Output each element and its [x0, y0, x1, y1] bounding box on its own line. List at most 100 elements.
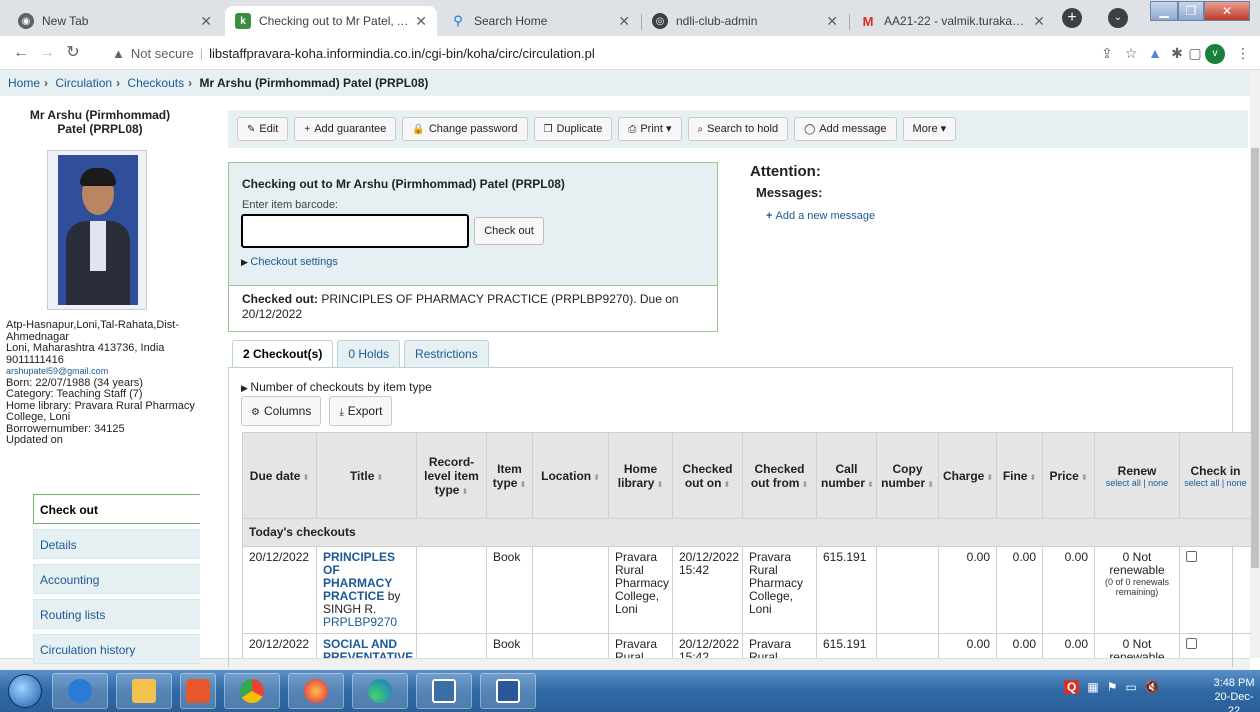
sort-icon: ⬍: [801, 479, 809, 489]
browser-tab-gmail[interactable]: M AA21-22 - valmik.turakane@p ✕: [850, 6, 1055, 36]
col-due-date[interactable]: Due date ⬍: [242, 432, 317, 519]
col-copy-number[interactable]: Copy number ⬍: [876, 432, 939, 519]
browser-tab-new-tab[interactable]: ◉ New Tab ✕: [8, 6, 222, 36]
taskbar-photo[interactable]: [416, 673, 472, 709]
new-tab-button[interactable]: +: [1062, 8, 1082, 28]
breadcrumb-circulation[interactable]: Circulation: [55, 76, 112, 90]
taskbar-word[interactable]: [480, 673, 536, 709]
share-icon[interactable]: ⇪: [1098, 44, 1116, 62]
add-message-button[interactable]: ◯ Add message: [794, 117, 897, 141]
office-icon: [186, 679, 210, 703]
table-row: 20/12/2022 SOCIAL AND PREVENTATIVE Book …: [242, 633, 1251, 659]
q-app-icon[interactable]: Q: [1064, 680, 1080, 694]
browser-tab-search-home[interactable]: ⚲ Search Home ✕: [440, 6, 640, 36]
profile-avatar[interactable]: v: [1205, 44, 1225, 64]
close-tab-icon[interactable]: ✕: [826, 13, 838, 30]
flag-icon[interactable]: ⚑: [1107, 680, 1118, 694]
tab-restrictions[interactable]: Restrictions: [404, 340, 489, 368]
menu-kebab-icon[interactable]: ⋮: [1234, 44, 1252, 62]
close-tab-icon[interactable]: ✕: [618, 13, 630, 30]
nav-details[interactable]: Details: [33, 529, 200, 559]
taskbar-office[interactable]: [180, 673, 216, 709]
col-call-number[interactable]: Call number ⬍: [816, 432, 877, 519]
taskbar-chrome[interactable]: [224, 673, 280, 709]
col-charge[interactable]: Charge ⬍: [938, 432, 997, 519]
check-out-button[interactable]: Check out: [474, 217, 544, 245]
reload-icon[interactable]: ↻: [62, 42, 84, 64]
more-dropdown-button[interactable]: More ▾: [902, 117, 957, 141]
nav-circulation-history[interactable]: Circulation history: [33, 634, 200, 664]
side-panel-icon[interactable]: ▢: [1186, 44, 1204, 62]
maximize-button[interactable]: ❐: [1178, 1, 1204, 21]
taskbar-firefox[interactable]: [288, 673, 344, 709]
change-password-button[interactable]: 🔒 Change password: [402, 117, 528, 141]
col-title[interactable]: Title ⬍: [316, 432, 417, 519]
col-home-library[interactable]: Home library ⬍: [608, 432, 673, 519]
taskbar-ie[interactable]: [52, 673, 108, 709]
browser-tab-checkout[interactable]: k Checking out to Mr Patel, Arshu ✕: [225, 6, 437, 36]
col-checked-out-from[interactable]: Checked out from ⬍: [742, 432, 817, 519]
extensions-puzzle-icon[interactable]: ✱: [1168, 44, 1186, 62]
close-tab-icon[interactable]: ✕: [1033, 13, 1045, 30]
checkin-select-all-none[interactable]: select all | none: [1184, 478, 1247, 488]
patron-photo: [47, 150, 147, 310]
add-guarantee-button[interactable]: + Add guarantee: [294, 117, 397, 141]
forward-arrow-icon[interactable]: →: [36, 42, 58, 64]
barcode-link[interactable]: PRPLBP9270: [323, 616, 410, 629]
export-button[interactable]: ⤓ Export: [329, 396, 393, 426]
barcode-input[interactable]: [241, 214, 469, 248]
tab-holds[interactable]: 0 Holds: [337, 340, 401, 368]
close-tab-icon[interactable]: ✕: [200, 13, 212, 30]
nav-check-out[interactable]: Check out: [33, 494, 200, 524]
renew-select-all-none[interactable]: select all | none: [1099, 478, 1175, 488]
close-tab-icon[interactable]: ✕: [415, 13, 427, 30]
cell-checked-out-on: 20/12/2022 15:42: [672, 546, 743, 634]
columns-button[interactable]: ⚙ Columns: [241, 396, 322, 426]
breadcrumb-checkouts[interactable]: Checkouts: [127, 76, 184, 90]
patron-email[interactable]: arshupatel59@gmail.com: [6, 366, 196, 378]
col-record-level-item-type[interactable]: Record-level item type ⬍: [416, 432, 487, 519]
scrollbar-thumb[interactable]: [1251, 148, 1259, 568]
address-bar[interactable]: ▲ Not secure | libstaffpravara-koha.info…: [112, 42, 1252, 64]
close-window-button[interactable]: ✕: [1204, 1, 1250, 21]
display-icon[interactable]: ▭: [1125, 680, 1136, 694]
taskbar-clock[interactable]: 3:48 PM 20-Dec-22: [1212, 676, 1256, 712]
title-link[interactable]: SOCIAL AND PREVENTATIVE: [323, 637, 413, 659]
extension-app-icon[interactable]: ▲: [1146, 44, 1164, 62]
volume-muted-icon[interactable]: 🔇: [1145, 680, 1160, 694]
col-location[interactable]: Location ⬍: [532, 432, 609, 519]
title-link[interactable]: PRINCIPLES OF PHARMACY PRACTICE: [323, 550, 395, 603]
duplicate-button[interactable]: ❐ Duplicate: [533, 117, 613, 141]
breadcrumb-home[interactable]: Home: [8, 76, 40, 90]
vertical-scrollbar[interactable]: [1250, 70, 1260, 658]
browser-tab-ndli[interactable]: ◎ ndli-club-admin ✕: [642, 6, 848, 36]
plus-icon: +: [304, 124, 311, 135]
todays-checkouts-label: Today's checkouts: [242, 518, 1251, 547]
checkin-checkbox[interactable]: [1186, 638, 1197, 649]
taskbar-edge[interactable]: [352, 673, 408, 709]
network-icon[interactable]: ▦: [1087, 680, 1098, 694]
edge-icon: [368, 679, 392, 703]
breadcrumb: Home › Circulation › Checkouts › Mr Arshu (…: [0, 70, 1250, 96]
nav-routing-lists[interactable]: Routing lists: [33, 599, 200, 629]
back-arrow-icon[interactable]: ←: [10, 42, 32, 64]
tab-search-button[interactable]: ⌄: [1108, 8, 1128, 28]
start-button[interactable]: [8, 674, 42, 708]
tab-checkouts[interactable]: 2 Checkout(s): [232, 340, 334, 368]
col-fine[interactable]: Fine ⬍: [996, 432, 1043, 519]
cell-charge: 0.00: [938, 546, 997, 634]
col-item-type[interactable]: Item type ⬍: [486, 432, 533, 519]
add-new-message-link[interactable]: + Add a new message: [766, 210, 875, 222]
taskbar-explorer[interactable]: [116, 673, 172, 709]
checkin-checkbox[interactable]: [1186, 551, 1197, 562]
checkout-settings-toggle[interactable]: ▶ Checkout settings: [241, 256, 338, 268]
edit-button[interactable]: ✎ Edit: [237, 117, 289, 141]
checkouts-by-type-toggle[interactable]: ▶ Number of checkouts by item type: [241, 380, 432, 394]
bookmark-star-icon[interactable]: ☆: [1122, 44, 1140, 62]
col-checked-out-on[interactable]: Checked out on ⬍: [672, 432, 743, 519]
col-price[interactable]: Price ⬍: [1042, 432, 1095, 519]
nav-accounting[interactable]: Accounting: [33, 564, 200, 594]
minimize-button[interactable]: ▁: [1150, 1, 1178, 21]
print-dropdown-button[interactable]: ⎙ Print ▾: [618, 117, 682, 141]
search-to-hold-button[interactable]: ⌕ Search to hold: [687, 117, 789, 141]
